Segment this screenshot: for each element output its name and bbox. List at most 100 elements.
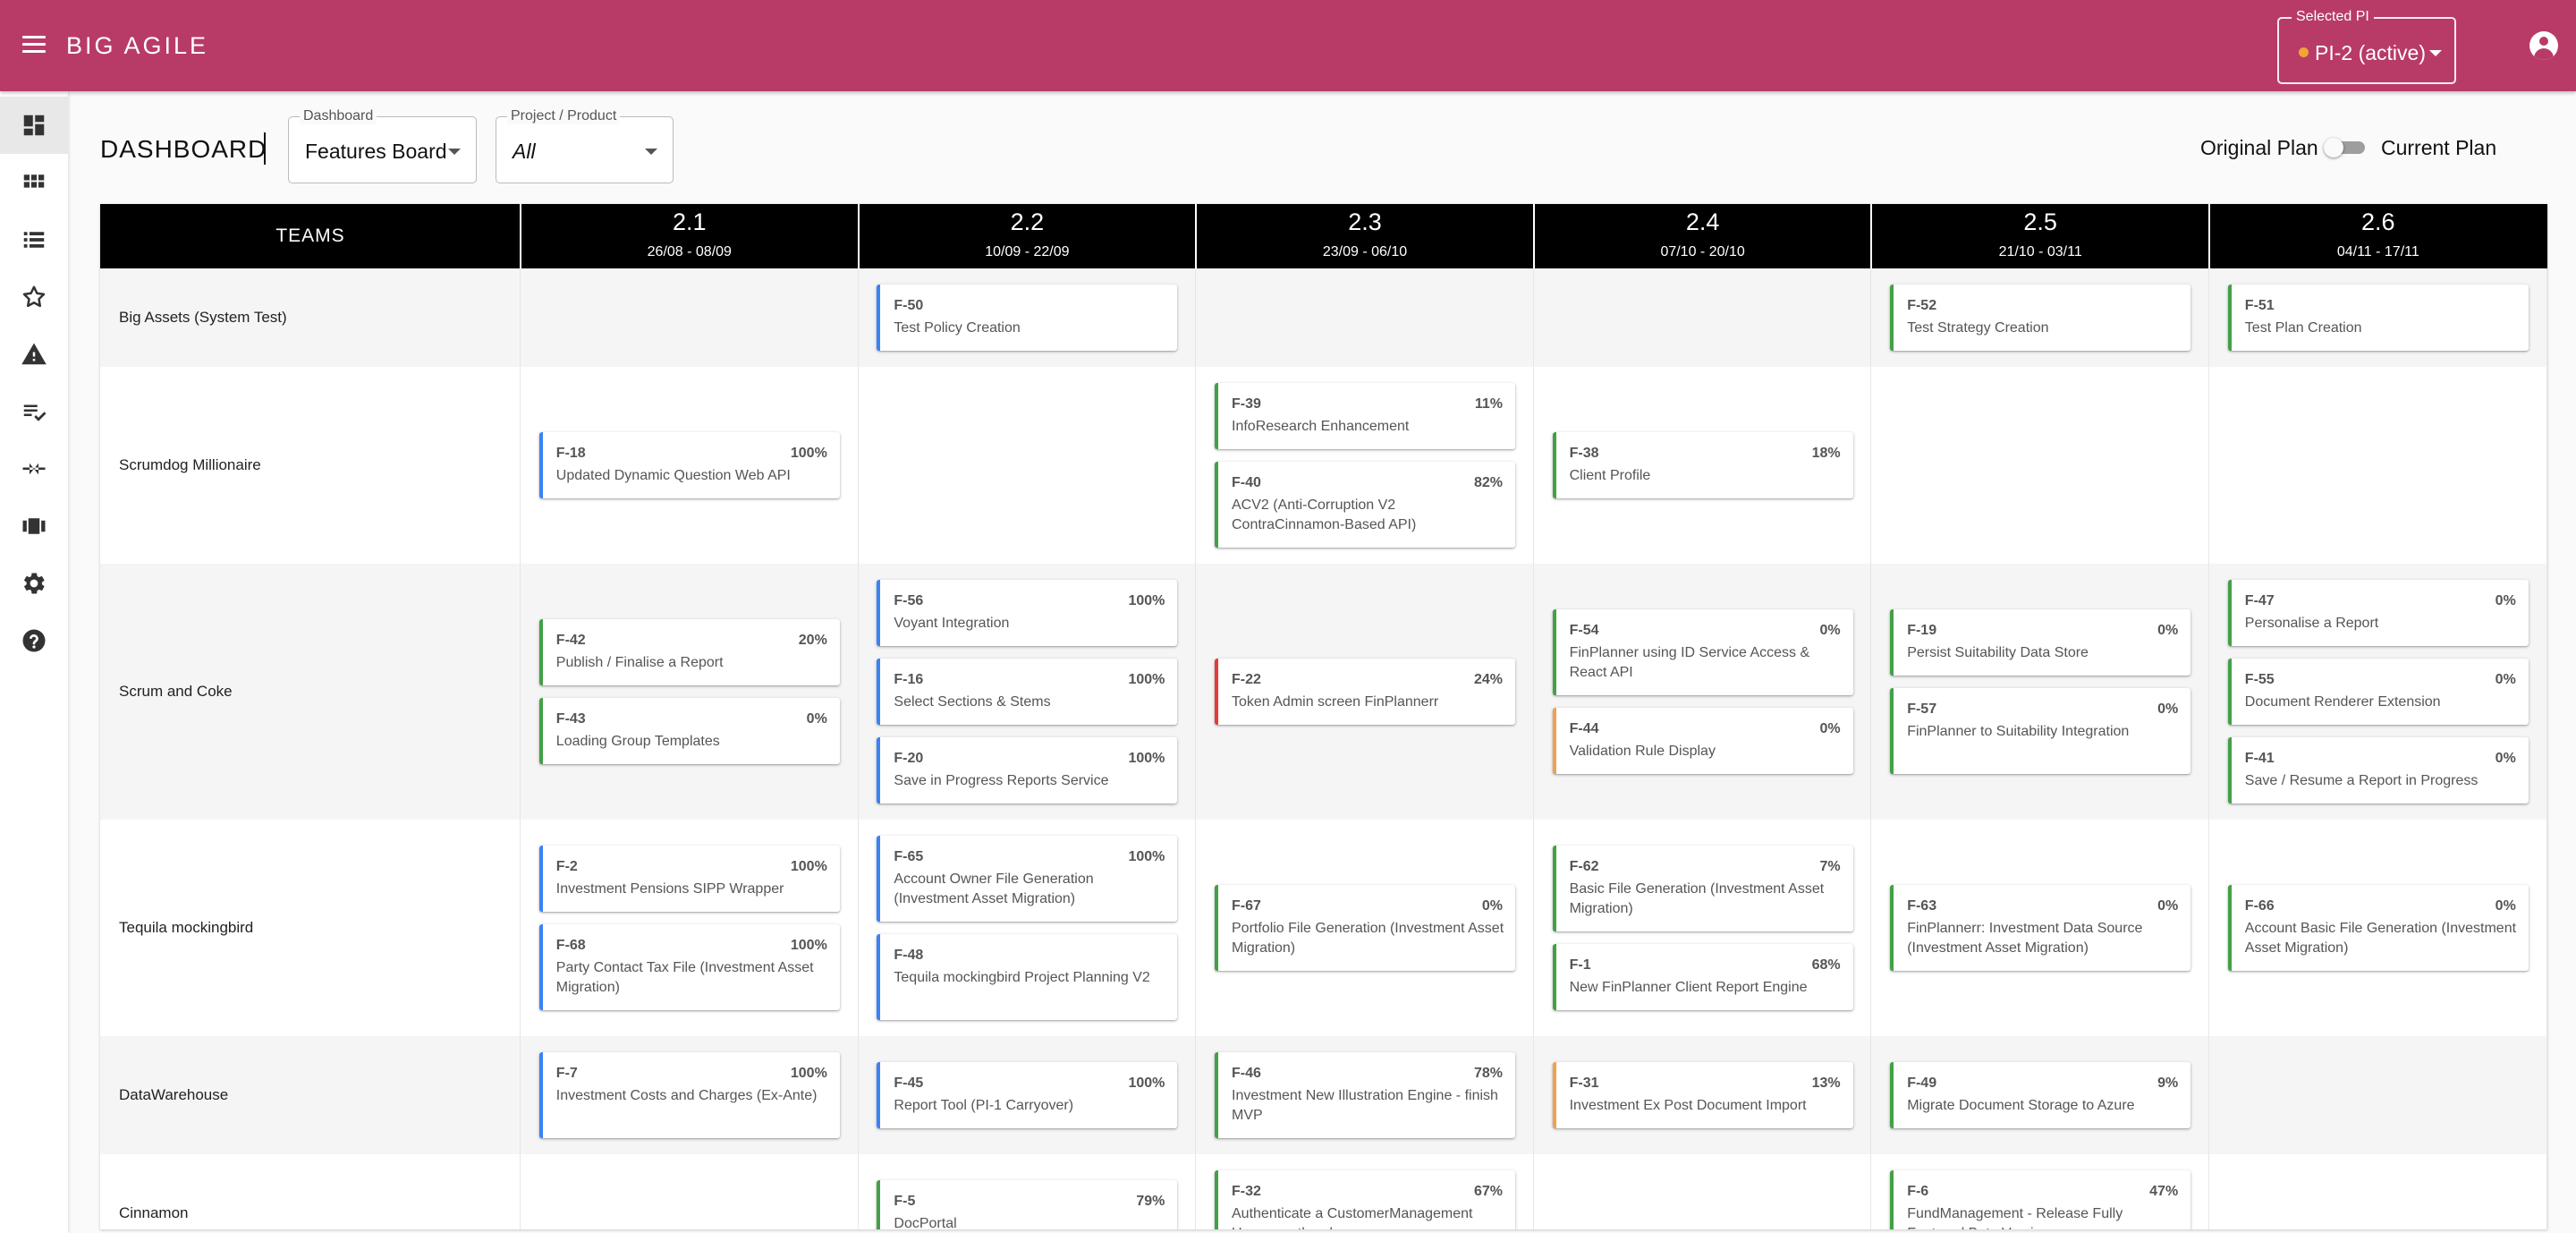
nav-grid[interactable]	[0, 154, 68, 211]
feature-title: Publish / Finalise a Report	[555, 655, 724, 670]
feature-id: F-56	[894, 593, 924, 608]
feature-card[interactable]: F-50 Test Policy Creation	[877, 285, 1178, 351]
app-title: BIG AGILE	[66, 32, 209, 59]
iteration-dates: 04/11 - 17/11	[2336, 244, 2419, 259]
feature-progress: 0%	[2495, 898, 2516, 914]
feature-card[interactable]: F-46 78% Investment New Illustration Engin…	[1215, 1052, 1515, 1138]
grid-icon	[23, 174, 45, 188]
feature-card[interactable]: F-5 79% DocPortal	[877, 1180, 1178, 1229]
nav-risks[interactable]	[0, 326, 68, 383]
team-name: DataWarehouse	[119, 1086, 229, 1103]
feature-card[interactable]: F-20 100% Save in Progress Reports Service	[877, 737, 1178, 804]
feature-progress: 0%	[2157, 623, 2179, 638]
feature-card[interactable]: F-44 0% Validation Rule Display	[1552, 708, 1853, 774]
feature-card[interactable]: F-1 68% New FinPlanner Client Report Engin…	[1552, 944, 1853, 1010]
feature-id: F-42	[555, 633, 586, 648]
feature-card[interactable]: F-39 11% InfoResearch Enhancement	[1215, 383, 1515, 449]
feature-progress: 0%	[2157, 702, 2179, 717]
selected-pi-select[interactable]: Selected PI PI-2 (active)	[2277, 9, 2456, 84]
feature-card[interactable]: F-54 0% FinPlanner using ID Service Access…	[1552, 609, 1853, 695]
feature-progress: 0%	[2495, 672, 2516, 687]
feature-title: Account Owner File Generation (Investmen…	[894, 872, 1094, 906]
nav-list[interactable]	[0, 211, 68, 268]
nav-settings[interactable]	[0, 555, 68, 612]
nav-merge[interactable]	[0, 440, 68, 497]
nav-panels[interactable]	[0, 497, 68, 555]
nav-dashboard[interactable]	[0, 97, 68, 154]
feature-title: DocPortal	[894, 1216, 957, 1229]
feature-progress: 67%	[1473, 1184, 1503, 1199]
feature-card[interactable]: F-65 100% Account Owner File Generation (I…	[877, 836, 1178, 922]
team-name: Scrumdog Millionaire	[119, 456, 261, 473]
selected-pi-label: Selected PI	[2292, 9, 2374, 25]
feature-id: F-41	[2244, 751, 2275, 766]
column-divider	[1870, 268, 1872, 1229]
feature-card[interactable]: F-16 100% Select Sections & Stems	[877, 659, 1178, 725]
project-product-select[interactable]: Project / Product All	[496, 108, 674, 183]
header-divider	[857, 204, 860, 268]
account-icon[interactable]	[2529, 31, 2558, 60]
feature-card[interactable]: F-7 100% Investment Costs and Charges (Ex-…	[538, 1052, 840, 1138]
feature-id: F-52	[1907, 298, 1937, 313]
caret-down-icon	[645, 149, 657, 155]
feature-card[interactable]: F-52 Test Strategy Creation	[1890, 285, 2191, 351]
feature-card[interactable]: F-63 0% FinPlannerr: Investment Data Sourc…	[1890, 885, 2191, 971]
feature-card[interactable]: F-56 100% Voyant Integration	[877, 580, 1178, 646]
nav-favorites[interactable]	[0, 268, 68, 326]
feature-title: InfoResearch Enhancement	[1232, 419, 1410, 434]
feature-title: Basic File Generation (Investment Asset …	[1569, 881, 1825, 916]
feature-title: FinPlanner using ID Service Access & Rea…	[1569, 645, 1810, 680]
feature-card[interactable]: F-68 100% Party Contact Tax File (Investme…	[538, 924, 840, 1010]
feature-card[interactable]: F-42 20% Publish / Finalise a Report	[538, 619, 840, 685]
feature-title: Client Profile	[1569, 468, 1651, 483]
feature-progress: 0%	[1819, 721, 1841, 736]
feature-card[interactable]: F-41 0% Save / Resume a Report in Progress	[2227, 737, 2529, 804]
column-divider	[857, 268, 859, 1229]
feature-progress: 0%	[2495, 751, 2516, 766]
feature-card[interactable]: F-62 7% Basic File Generation (Investment …	[1552, 846, 1853, 931]
plan-toggle[interactable]	[2324, 138, 2368, 157]
feature-title: Party Contact Tax File (Investment Asset…	[555, 960, 814, 995]
feature-id: F-66	[2244, 898, 2275, 914]
feature-card[interactable]: F-43 0% Loading Group Templates	[538, 698, 840, 764]
feature-card[interactable]: F-45 100% Report Tool (PI-1 Carryover)	[877, 1062, 1178, 1128]
feature-card[interactable]: F-47 0% Personalise a Report	[2227, 580, 2529, 646]
feature-title: New FinPlanner Client Report Engine	[1569, 980, 1808, 995]
feature-card[interactable]: F-67 0% Portfolio File Generation (Investm…	[1215, 885, 1515, 971]
feature-title: Voyant Integration	[894, 616, 1010, 631]
feature-card[interactable]: F-38 18% Client Profile	[1552, 432, 1853, 498]
feature-card[interactable]: F-55 0% Document Renderer Extension	[2227, 659, 2529, 725]
feature-card[interactable]: F-18 100% Updated Dynamic Question Web API	[538, 432, 840, 498]
dashboard-select-label: Dashboard	[300, 108, 377, 124]
feature-progress: 78%	[1473, 1066, 1503, 1081]
feature-card[interactable]: F-22 24% Token Admin screen FinPlannerr	[1215, 659, 1515, 725]
hamburger-menu-icon[interactable]	[20, 30, 48, 59]
feature-card[interactable]: F-31 13% Investment Ex Post Document Impor…	[1552, 1062, 1853, 1128]
feature-card[interactable]: F-40 82% ACV2 (Anti-Corruption V2 ContraCi…	[1215, 462, 1515, 548]
feature-card[interactable]: F-32 67% Authenticate a CustomerManagement…	[1215, 1170, 1515, 1229]
feature-card[interactable]: F-6 47% FundManagement - Release Fully Fea…	[1890, 1170, 2191, 1229]
dashboard-select[interactable]: Dashboard Features Board	[288, 108, 477, 183]
feature-card[interactable]: F-66 0% Account Basic File Generation (Inv…	[2227, 885, 2529, 971]
nav-help[interactable]	[0, 612, 68, 669]
gear-icon	[24, 573, 45, 594]
column-divider	[2546, 268, 2547, 1229]
feature-card[interactable]: F-51 Test Plan Creation	[2227, 285, 2529, 351]
feature-progress: 0%	[806, 711, 827, 727]
feature-id: F-49	[1907, 1076, 1937, 1091]
feature-card[interactable]: F-57 0% FinPlanner to Suitability Integrat…	[1890, 688, 2191, 774]
feature-id: F-20	[894, 751, 924, 766]
feature-card[interactable]: F-49 9% Migrate Document Storage to Azure	[1890, 1062, 2191, 1128]
iteration-dates: 21/10 - 03/11	[1998, 244, 2082, 259]
nav-checklist[interactable]	[0, 383, 68, 440]
current-plan-label: Current Plan	[2381, 136, 2497, 159]
feature-progress: 9%	[2157, 1076, 2179, 1091]
feature-card[interactable]: F-48 Tequila mockingbird Project Planning…	[877, 934, 1178, 1020]
iteration-number: 2.6	[2361, 208, 2395, 235]
feature-card[interactable]: F-2 100% Investment Pensions SIPP Wrapper	[538, 846, 840, 912]
iteration-header: 2.6 04/11 - 17/11	[2209, 204, 2547, 268]
feature-progress: 100%	[790, 446, 827, 461]
feature-card[interactable]: F-19 0% Persist Suitability Data Store	[1890, 609, 2191, 676]
team-name: Tequila mockingbird	[119, 919, 254, 936]
feature-title: Loading Group Templates	[555, 734, 720, 749]
